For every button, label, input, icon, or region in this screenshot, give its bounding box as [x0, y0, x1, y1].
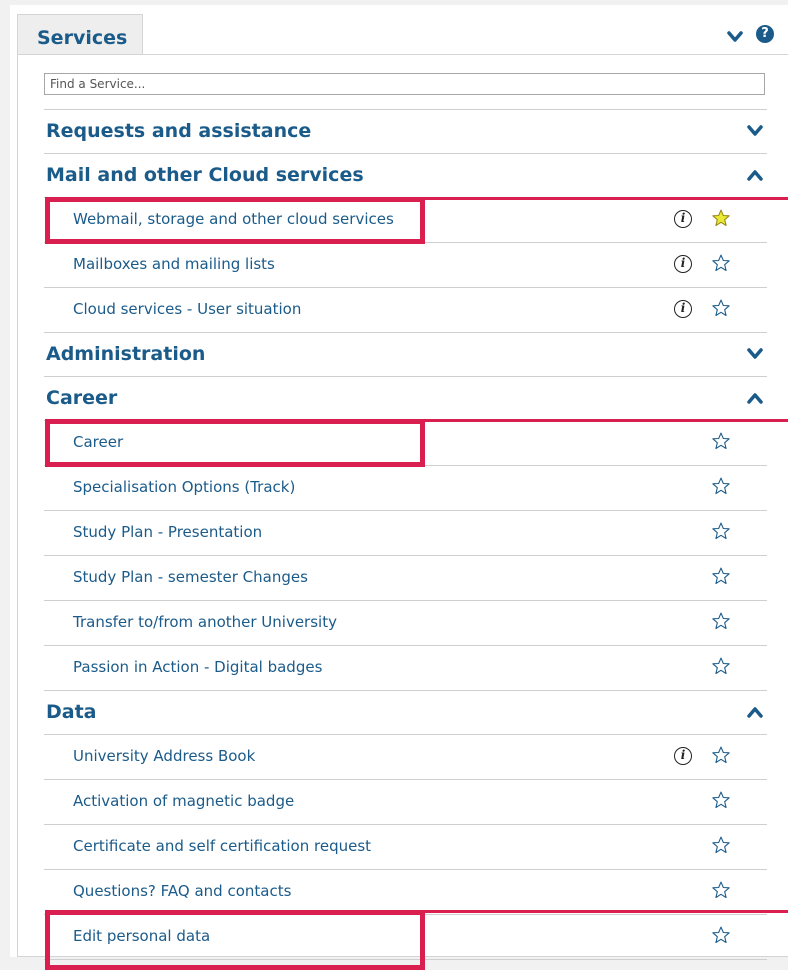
highlight-line-edit-personal-data: [425, 910, 788, 913]
service-link[interactable]: University Address Book: [73, 734, 255, 778]
favorite-star-icon[interactable]: [711, 880, 731, 900]
chevron-up-icon[interactable]: [747, 392, 763, 404]
favorite-star-icon[interactable]: [711, 253, 731, 273]
favorite-star-icon[interactable]: [711, 611, 731, 631]
service-link[interactable]: Transfer to/from another University: [73, 600, 337, 644]
help-icon[interactable]: ?: [756, 25, 774, 43]
highlight-box-edit-personal-data: [45, 910, 425, 970]
service-link[interactable]: Study Plan - Presentation: [73, 510, 262, 554]
service-link[interactable]: Cloud services - User situation: [73, 287, 301, 331]
services-tab[interactable]: Services: [17, 14, 143, 54]
favorite-star-icon[interactable]: [711, 431, 731, 451]
category-header[interactable]: Data: [46, 690, 97, 734]
favorite-star-icon[interactable]: [711, 476, 731, 496]
category-header[interactable]: Career: [46, 376, 117, 420]
service-link[interactable]: Passion in Action - Digital badges: [73, 645, 322, 689]
info-icon[interactable]: i: [674, 210, 692, 228]
highlight-box-career: [45, 419, 425, 467]
service-link[interactable]: Certificate and self certification reque…: [73, 824, 371, 868]
chevron-up-icon[interactable]: [747, 169, 763, 181]
service-link[interactable]: Study Plan - semester Changes: [73, 555, 308, 599]
favorite-star-filled-icon[interactable]: [711, 208, 731, 228]
favorite-star-icon[interactable]: [711, 835, 731, 855]
row-divider: [44, 376, 767, 377]
favorite-star-icon[interactable]: [711, 925, 731, 945]
service-link[interactable]: Questions? FAQ and contacts: [73, 869, 291, 913]
highlight-line-career: [425, 419, 788, 422]
chevron-down-icon[interactable]: [747, 125, 763, 137]
chevron-down-icon[interactable]: [747, 348, 763, 360]
info-icon[interactable]: i: [674, 300, 692, 318]
favorite-star-icon[interactable]: [711, 566, 731, 586]
service-link[interactable]: Activation of magnetic badge: [73, 779, 294, 823]
row-divider: [44, 690, 767, 691]
highlight-line-webmail: [425, 197, 788, 200]
chevron-up-icon[interactable]: [747, 706, 763, 718]
favorite-star-icon[interactable]: [711, 521, 731, 541]
service-link[interactable]: Specialisation Options (Track): [73, 465, 295, 509]
category-header[interactable]: Mail and other Cloud services: [46, 153, 364, 197]
info-icon[interactable]: i: [674, 255, 692, 273]
favorite-star-icon[interactable]: [711, 656, 731, 676]
category-header[interactable]: Administration: [46, 332, 205, 376]
service-link[interactable]: Mailboxes and mailing lists: [73, 242, 275, 286]
favorite-star-icon[interactable]: [711, 745, 731, 765]
info-icon[interactable]: i: [674, 747, 692, 765]
favorite-star-icon[interactable]: [711, 298, 731, 318]
highlight-box-webmail: [45, 197, 425, 244]
collapse-panel-chevron-icon[interactable]: [727, 31, 743, 43]
favorite-star-icon[interactable]: [711, 790, 731, 810]
category-header[interactable]: Requests and assistance: [46, 109, 311, 153]
find-service-input[interactable]: [44, 73, 765, 95]
